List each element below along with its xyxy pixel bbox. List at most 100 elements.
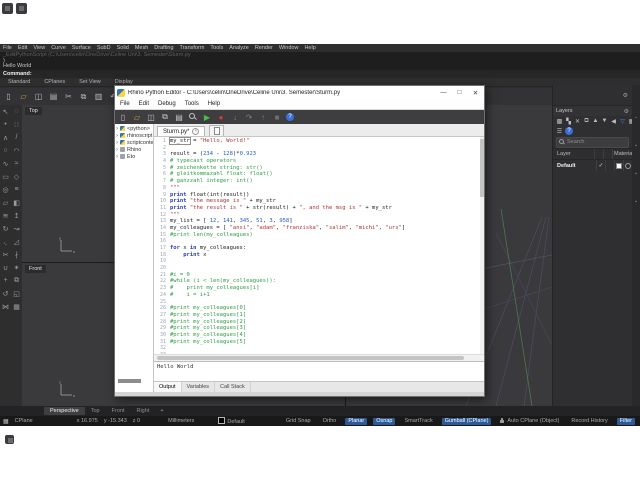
editor-menu-item[interactable]: File [120, 101, 130, 107]
tool-icon[interactable]: ↺ [0, 287, 11, 300]
viewport-tab[interactable]: Top [85, 407, 106, 415]
expand-icon[interactable] [116, 147, 118, 153]
code-line[interactable]: 25 [154, 299, 484, 306]
menu-item[interactable]: SubD [97, 45, 111, 51]
output-tab[interactable]: Output [154, 382, 182, 392]
tool-icon[interactable]: ▱ [0, 196, 11, 209]
toolbar-icon[interactable]: ◫ [33, 91, 44, 102]
status-toggle[interactable]: Gumball (CPlane) [441, 417, 492, 425]
code-line[interactable]: 32 [154, 345, 484, 352]
status-toggle[interactable]: SmartTrack [401, 418, 435, 425]
tool-icon[interactable]: ∷ [11, 118, 22, 131]
cplane-label[interactable]: CPlane [15, 418, 33, 424]
maximize-button[interactable] [453, 89, 466, 96]
code-line[interactable]: 28 #print my_colleagues[2] [154, 319, 484, 326]
editor-toolbar-icon[interactable]: ◫ [146, 112, 156, 122]
layers-toolbar-icon[interactable]: ▚ [565, 118, 572, 125]
app-shortcut-icon[interactable] [2, 3, 13, 14]
column-lock[interactable] [603, 149, 612, 159]
window-resize-edge[interactable] [115, 392, 484, 396]
tool-icon[interactable]: ◇ [11, 170, 22, 183]
editor-menu-item[interactable]: Tools [185, 101, 199, 107]
code-line[interactable]: 6 # gleitkommazahl float: float() [154, 171, 484, 178]
layers-toolbar-icon[interactable]: ◀ [610, 118, 617, 125]
menu-item[interactable]: Transform [180, 45, 205, 51]
menu-item[interactable]: Surface [72, 45, 91, 51]
current-layer-chip[interactable]: Default [218, 417, 245, 425]
status-toggle[interactable]: Planar [345, 417, 368, 425]
editor-toolbar-icon[interactable]: ▱ [132, 112, 142, 122]
toolbar-icon[interactable]: ▯ [3, 91, 14, 102]
close-button[interactable] [469, 89, 482, 97]
tool-icon[interactable]: ↝ [11, 222, 22, 235]
scrollbar-thumb[interactable] [157, 356, 464, 360]
editor-toolbar-icon[interactable]: ● [216, 112, 226, 122]
tool-icon[interactable]: ▦ [11, 300, 22, 313]
menu-item[interactable]: View [33, 45, 45, 51]
status-toggle[interactable]: Ortho [320, 418, 340, 425]
app-shortcut-icon[interactable] [5, 435, 14, 444]
tool-icon[interactable]: ↥ [11, 209, 22, 222]
tree-item[interactable]: rhinoscript [115, 132, 153, 139]
code-horizontal-scrollbar[interactable] [154, 354, 484, 361]
panel-tab-icon[interactable]: ▪ [633, 199, 639, 205]
editor-toolbar-icon[interactable]: ↓ [230, 112, 240, 122]
tool-icon[interactable]: ◿ [11, 235, 22, 248]
status-toggle[interactable]: Auto CPlane (Object) [497, 417, 562, 425]
tool-icon[interactable]: ✶ [11, 261, 22, 274]
tree-item[interactable]: scriptcontext [115, 139, 153, 146]
editor-toolbar-icon[interactable]: ▶ [202, 112, 212, 122]
current-layer-check-icon[interactable]: ✓ [598, 162, 603, 169]
tool-icon[interactable]: ∿ [0, 157, 11, 170]
layer-color-swatch[interactable] [616, 162, 622, 169]
tool-icon[interactable]: • [0, 118, 11, 131]
code-line[interactable]: 12 """ [154, 212, 484, 219]
expand-icon[interactable] [116, 133, 118, 139]
tool-icon[interactable]: ◌ [11, 105, 22, 118]
scrollbar-thumb[interactable] [480, 139, 484, 197]
editor-toolbar-icon[interactable]: ↑ [258, 112, 268, 122]
code-line[interactable]: 31 #print my_colleagues[5] [154, 339, 484, 346]
editor-toolbar-icon[interactable]: ↷ [244, 112, 254, 122]
menu-item[interactable]: File [3, 45, 12, 51]
toolbar-icon[interactable]: ⧉ [78, 91, 89, 102]
tool-icon[interactable]: ≋ [0, 209, 11, 222]
gear-icon[interactable]: ⚙ [624, 108, 629, 115]
units-label[interactable]: Millimeters [168, 418, 194, 424]
expand-icon[interactable] [116, 140, 118, 146]
code-line[interactable]: 9 print float(int(result)) [154, 192, 484, 199]
expand-icon[interactable] [116, 154, 118, 160]
tree-scrollbar-thumb[interactable] [118, 379, 141, 383]
code-line[interactable]: 22 #while (i < len(my_colleagues)): [154, 278, 484, 285]
menu-item[interactable]: Drafting [154, 45, 173, 51]
minimize-button[interactable] [437, 89, 450, 96]
menu-item[interactable]: Help [304, 45, 315, 51]
status-toggle[interactable]: Record History [568, 418, 610, 425]
code-line[interactable]: 2 [154, 145, 484, 152]
panel-tab-icon[interactable]: ▪ [633, 115, 639, 121]
code-line[interactable]: 13 my_list = [ 12, 141, 345, 51, 3, 958] [154, 218, 484, 225]
layer-row[interactable]: Default ✓ [553, 160, 632, 171]
code-vertical-scrollbar[interactable] [480, 137, 484, 354]
editor-toolbar-icon[interactable]: ■ [272, 112, 282, 122]
tool-icon[interactable]: ◟ [0, 235, 11, 248]
editor-toolbar-icon[interactable]: ? [286, 113, 294, 121]
code-editor[interactable]: 1 my_str = "Hello, World!" 2 3 result = (2… [154, 137, 484, 354]
add-viewport-button[interactable]: + [155, 408, 168, 414]
app-shortcut-icon[interactable] [16, 3, 27, 14]
menu-item[interactable]: Mesh [135, 45, 148, 51]
code-line[interactable]: 16 [154, 238, 484, 245]
file-tab[interactable]: Sturm.py* [157, 126, 206, 136]
menu-item[interactable]: Render [255, 45, 273, 51]
tool-icon[interactable]: ⧉ [11, 274, 22, 287]
toolbar-tab[interactable]: CPlanes [44, 79, 65, 85]
tool-icon[interactable]: ↖ [0, 105, 11, 118]
status-toggle[interactable]: Grid Snap [283, 418, 314, 425]
layer-material-icon[interactable] [625, 162, 631, 169]
code-line[interactable]: 24 # i = i+1 [154, 292, 484, 299]
code-line[interactable]: 20 [154, 265, 484, 272]
tool-icon[interactable]: + [0, 274, 11, 287]
editor-toolbar-icon[interactable]: ⧉ [160, 112, 170, 122]
tool-icon[interactable]: ◠ [11, 144, 22, 157]
column-layer[interactable]: Layer [553, 151, 594, 157]
